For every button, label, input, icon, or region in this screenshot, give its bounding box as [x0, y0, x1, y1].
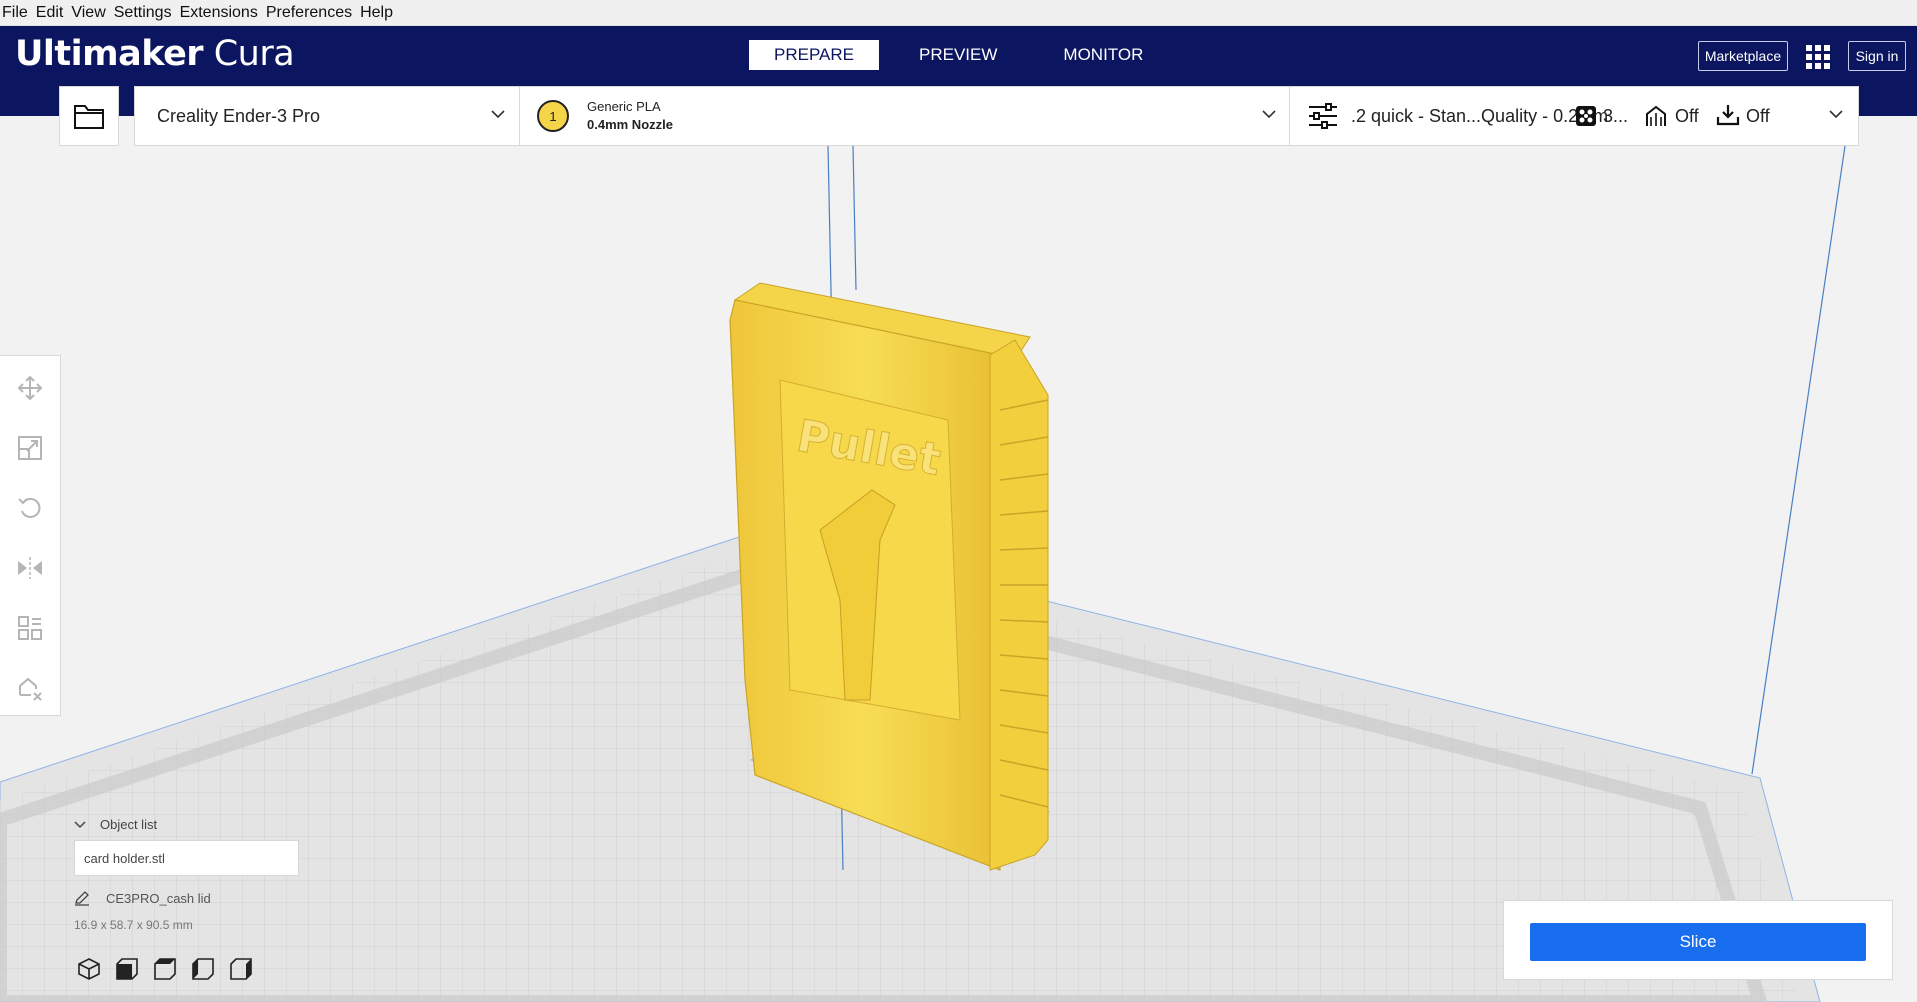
object-name: CE3PRO_cash lid — [106, 890, 211, 906]
mirror-tool[interactable] — [14, 552, 46, 584]
adhesion-icon — [1716, 105, 1740, 126]
nozzle-size: 0.4mm Nozzle — [587, 117, 673, 132]
menu-help[interactable]: Help — [360, 4, 393, 22]
mirror-icon — [18, 557, 42, 579]
view-right-button[interactable] — [228, 956, 254, 982]
pencil-icon — [75, 891, 89, 906]
cube-3d-icon — [78, 958, 100, 980]
move-icon — [17, 375, 43, 401]
menu-preferences[interactable]: Preferences — [266, 4, 352, 22]
tab-prepare[interactable]: PREPARE — [749, 40, 879, 70]
app-logo: Ultimaker Cura — [15, 34, 295, 74]
chevron-down-icon — [74, 820, 86, 828]
tab-monitor[interactable]: MONITOR — [1037, 40, 1169, 70]
view-front-button[interactable] — [114, 956, 140, 982]
folder-icon — [74, 105, 104, 129]
object-list-item[interactable]: card holder.stl — [74, 840, 299, 876]
support-icon — [1646, 105, 1666, 126]
logo-ultimaker: Ultimaker — [15, 34, 204, 74]
chevron-down-icon — [1829, 110, 1843, 119]
object-list-panel: Object list card holder.stl CE3PRO_cash … — [74, 817, 314, 932]
signin-button[interactable]: Sign in — [1848, 41, 1906, 71]
slice-button[interactable]: Slice — [1530, 923, 1866, 961]
camera-view-buttons — [76, 956, 266, 982]
view-3d-button[interactable] — [76, 956, 102, 982]
view-left-button[interactable] — [190, 956, 216, 982]
stage-tabs: PREPARE PREVIEW MONITOR — [749, 40, 1183, 70]
material-selector[interactable]: 1 Generic PLA 0.4mm Nozzle — [519, 86, 1290, 146]
printer-selector[interactable]: Creality Ender-3 Pro — [134, 86, 520, 146]
rotate-tool[interactable] — [14, 492, 46, 524]
object-dimensions: 16.9 x 58.7 x 90.5 mm — [74, 918, 193, 932]
marketplace-button[interactable]: Marketplace — [1698, 41, 1788, 71]
menu-edit[interactable]: Edit — [36, 4, 64, 22]
menu-extensions[interactable]: Extensions — [180, 4, 258, 22]
extruder-badge: 1 — [537, 100, 569, 132]
slice-panel: Slice — [1503, 900, 1893, 980]
infill-icon — [1576, 106, 1596, 126]
per-model-settings-icon — [18, 616, 42, 640]
support-blocker-icon — [19, 677, 42, 701]
menu-bar: File Edit View Settings Extensions Prefe… — [0, 0, 1917, 26]
cube-front-icon — [116, 958, 138, 980]
rotate-icon — [18, 498, 41, 518]
per-model-settings-tool[interactable] — [14, 612, 46, 644]
profile-name: .2 quick - Stan...Quality - 0.2mm — [1351, 106, 1609, 126]
material-name: Generic PLA — [587, 99, 661, 114]
print-settings-selector[interactable]: .2 quick - Stan...Quality - 0.2mm 3... O… — [1289, 86, 1859, 146]
cube-left-icon — [192, 958, 214, 980]
cube-right-icon — [230, 958, 252, 980]
cube-top-icon — [154, 958, 176, 980]
support-blocker-tool[interactable] — [14, 672, 46, 704]
support-value: Off — [1675, 106, 1699, 126]
object-list-toggle[interactable]: Object list — [74, 817, 314, 832]
chevron-down-icon — [1262, 110, 1276, 119]
scale-icon — [18, 436, 42, 460]
adhesion-value: Off — [1746, 106, 1770, 126]
object-list-heading: Object list — [100, 817, 158, 832]
object-name-row[interactable]: CE3PRO_cash lid — [74, 890, 314, 906]
tab-preview[interactable]: PREVIEW — [893, 40, 1023, 70]
menu-file[interactable]: File — [2, 4, 28, 22]
logo-cura: Cura — [213, 34, 295, 74]
move-tool[interactable] — [14, 372, 46, 404]
menu-view[interactable]: View — [71, 4, 105, 22]
infill-value: 3... — [1603, 106, 1629, 126]
apps-grid-icon[interactable] — [1806, 45, 1830, 69]
chevron-down-icon — [491, 110, 505, 119]
settings-sliders-icon — [1309, 103, 1337, 129]
view-top-button[interactable] — [152, 956, 178, 982]
open-file-button[interactable] — [59, 86, 119, 146]
model-card-holder: Pullet — [729, 282, 1049, 871]
tool-panel — [0, 355, 61, 716]
scale-tool[interactable] — [14, 432, 46, 464]
printer-name: Creality Ender-3 Pro — [157, 105, 321, 126]
menu-settings[interactable]: Settings — [114, 4, 172, 22]
